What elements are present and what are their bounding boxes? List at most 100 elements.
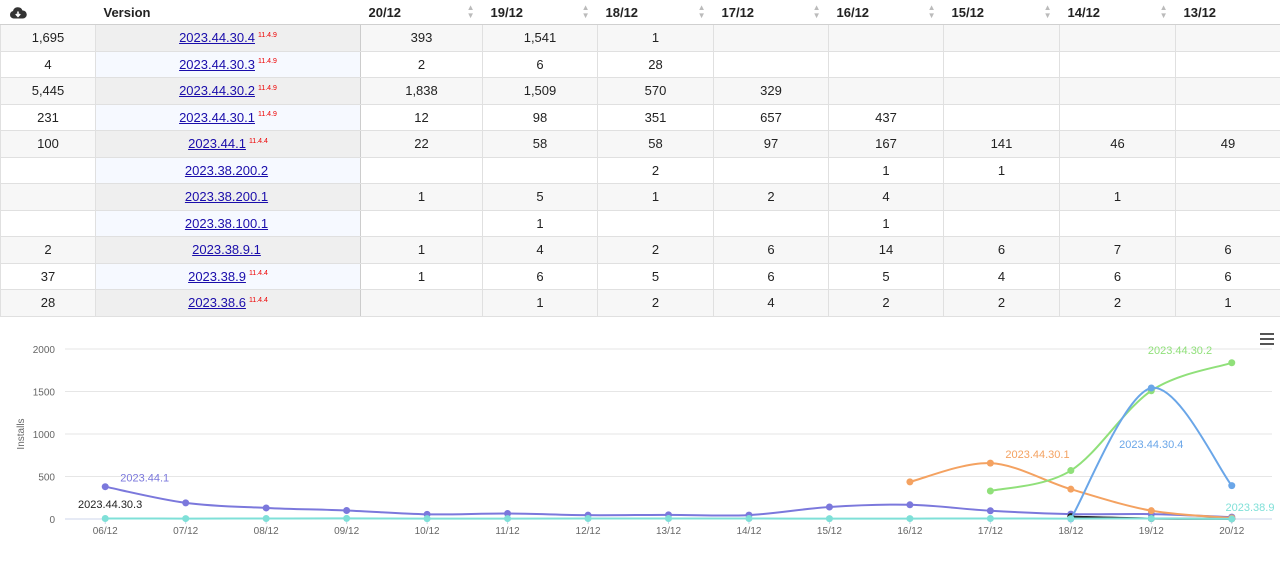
value-cell [1176, 157, 1280, 184]
value-cell: 1,541 [483, 25, 598, 52]
x-tick-label: 08/12 [254, 526, 279, 537]
value-cell: 58 [483, 131, 598, 158]
value-cell [1176, 78, 1280, 105]
value-cell: 1 [944, 157, 1060, 184]
series-point [182, 515, 189, 522]
version-link[interactable]: 2023.38.9 [188, 269, 246, 284]
x-tick-label: 19/12 [1139, 526, 1164, 537]
version-link[interactable]: 2023.44.30.2 [179, 83, 255, 98]
version-cell: 2023.38.611.4.4 [96, 290, 361, 317]
date-column-header[interactable]: 14/12▲▼ [1060, 0, 1176, 25]
date-column-header[interactable]: 18/12▲▼ [598, 0, 714, 25]
table-row: 2023.38.200.1151241 [1, 184, 1280, 211]
version-column-header[interactable]: Version [96, 0, 361, 25]
table-row: 5,4452023.44.30.211.4.91,8381,509570329 [1, 78, 1280, 105]
version-link[interactable]: 2023.38.9.1 [192, 242, 261, 257]
x-tick-label: 06/12 [93, 526, 118, 537]
date-header-label: 19/12 [491, 5, 524, 20]
value-cell: 2 [944, 290, 1060, 317]
value-cell [944, 51, 1060, 78]
series-line [1071, 387, 1232, 518]
total-cell: 28 [1, 290, 96, 317]
date-column-header[interactable]: 13/12 [1176, 0, 1280, 25]
value-cell: 141 [944, 131, 1060, 158]
value-cell [1060, 78, 1176, 105]
value-cell: 1 [829, 157, 944, 184]
value-cell: 14 [829, 237, 944, 264]
value-cell [714, 210, 829, 237]
value-cell: 7 [1060, 237, 1176, 264]
version-cell: 2023.44.30.411.4.9 [96, 25, 361, 52]
value-cell: 2 [598, 157, 714, 184]
series-point [906, 515, 913, 522]
value-cell [483, 157, 598, 184]
date-column-header[interactable]: 16/12▲▼ [829, 0, 944, 25]
value-cell: 6 [714, 237, 829, 264]
series-point [504, 515, 511, 522]
value-cell: 4 [714, 290, 829, 317]
table-body: 1,6952023.44.30.411.4.93931,541142023.44… [1, 25, 1280, 317]
series-data-label: 2023.44.30.3 [78, 499, 142, 511]
table-row: 22023.38.9.1142614676 [1, 237, 1280, 264]
date-column-header[interactable]: 15/12▲▼ [944, 0, 1060, 25]
value-cell: 1 [1176, 290, 1280, 317]
version-cell: 2023.38.911.4.4 [96, 263, 361, 290]
value-cell: 1 [361, 263, 483, 290]
version-link[interactable]: 2023.44.1 [188, 136, 246, 151]
series-data-label: 2023.44.30.4 [1119, 439, 1183, 451]
sort-icon: ▲▼ [813, 4, 821, 20]
value-cell: 351 [598, 104, 714, 131]
series-point [424, 515, 431, 522]
value-cell [944, 210, 1060, 237]
date-column-header[interactable]: 19/12▲▼ [483, 0, 598, 25]
x-tick-label: 18/12 [1058, 526, 1083, 537]
total-cell: 231 [1, 104, 96, 131]
x-tick-label: 17/12 [978, 526, 1003, 537]
version-cell: 2023.44.30.311.4.9 [96, 51, 361, 78]
value-cell [361, 210, 483, 237]
value-cell [1060, 25, 1176, 52]
total-column-header[interactable] [1, 0, 96, 25]
version-link[interactable]: 2023.44.30.4 [179, 30, 255, 45]
version-link[interactable]: 2023.38.100.1 [185, 216, 268, 231]
hamburger-menu-icon[interactable] [1260, 333, 1274, 348]
versions-table: Version 20/12▲▼ 19/12▲▼ 18/12▲▼ 17/12▲▼ … [0, 0, 1280, 317]
date-header-label: 14/12 [1068, 5, 1101, 20]
version-link[interactable]: 2023.38.6 [188, 295, 246, 310]
series-point [906, 501, 913, 508]
value-cell [1176, 104, 1280, 131]
cloud-download-icon [9, 7, 27, 19]
date-column-header[interactable]: 17/12▲▼ [714, 0, 829, 25]
value-cell: 1 [361, 237, 483, 264]
version-link[interactable]: 2023.44.30.3 [179, 57, 255, 72]
version-badge: 11.4.4 [249, 138, 268, 145]
value-cell [829, 78, 944, 105]
series-point [987, 514, 994, 521]
version-link[interactable]: 2023.44.30.1 [179, 110, 255, 125]
table-row: 1002023.44.111.4.4225858971671414649 [1, 131, 1280, 158]
value-cell: 1,509 [483, 78, 598, 105]
value-cell: 28 [598, 51, 714, 78]
series-point [102, 483, 109, 490]
version-cell: 2023.38.200.1 [96, 184, 361, 211]
date-column-header[interactable]: 20/12▲▼ [361, 0, 483, 25]
value-cell: 1 [598, 184, 714, 211]
value-cell: 1 [361, 184, 483, 211]
y-axis-label: Installs [16, 418, 27, 449]
table-row: 1,6952023.44.30.411.4.93931,5411 [1, 25, 1280, 52]
version-link[interactable]: 2023.38.200.1 [185, 189, 268, 204]
value-cell: 2 [714, 184, 829, 211]
series-data-label: 2023.38.9 [1226, 502, 1275, 514]
date-header-label: 18/12 [606, 5, 639, 20]
value-cell: 5 [598, 263, 714, 290]
y-tick-label: 0 [49, 515, 55, 526]
version-link[interactable]: 2023.38.200.2 [185, 163, 268, 178]
value-cell: 6 [944, 237, 1060, 264]
table-row: 42023.44.30.311.4.92628 [1, 51, 1280, 78]
value-cell: 97 [714, 131, 829, 158]
series-point [665, 514, 672, 521]
value-cell: 1 [1060, 184, 1176, 211]
series-point [182, 499, 189, 506]
value-cell [361, 157, 483, 184]
series-point [906, 478, 913, 485]
